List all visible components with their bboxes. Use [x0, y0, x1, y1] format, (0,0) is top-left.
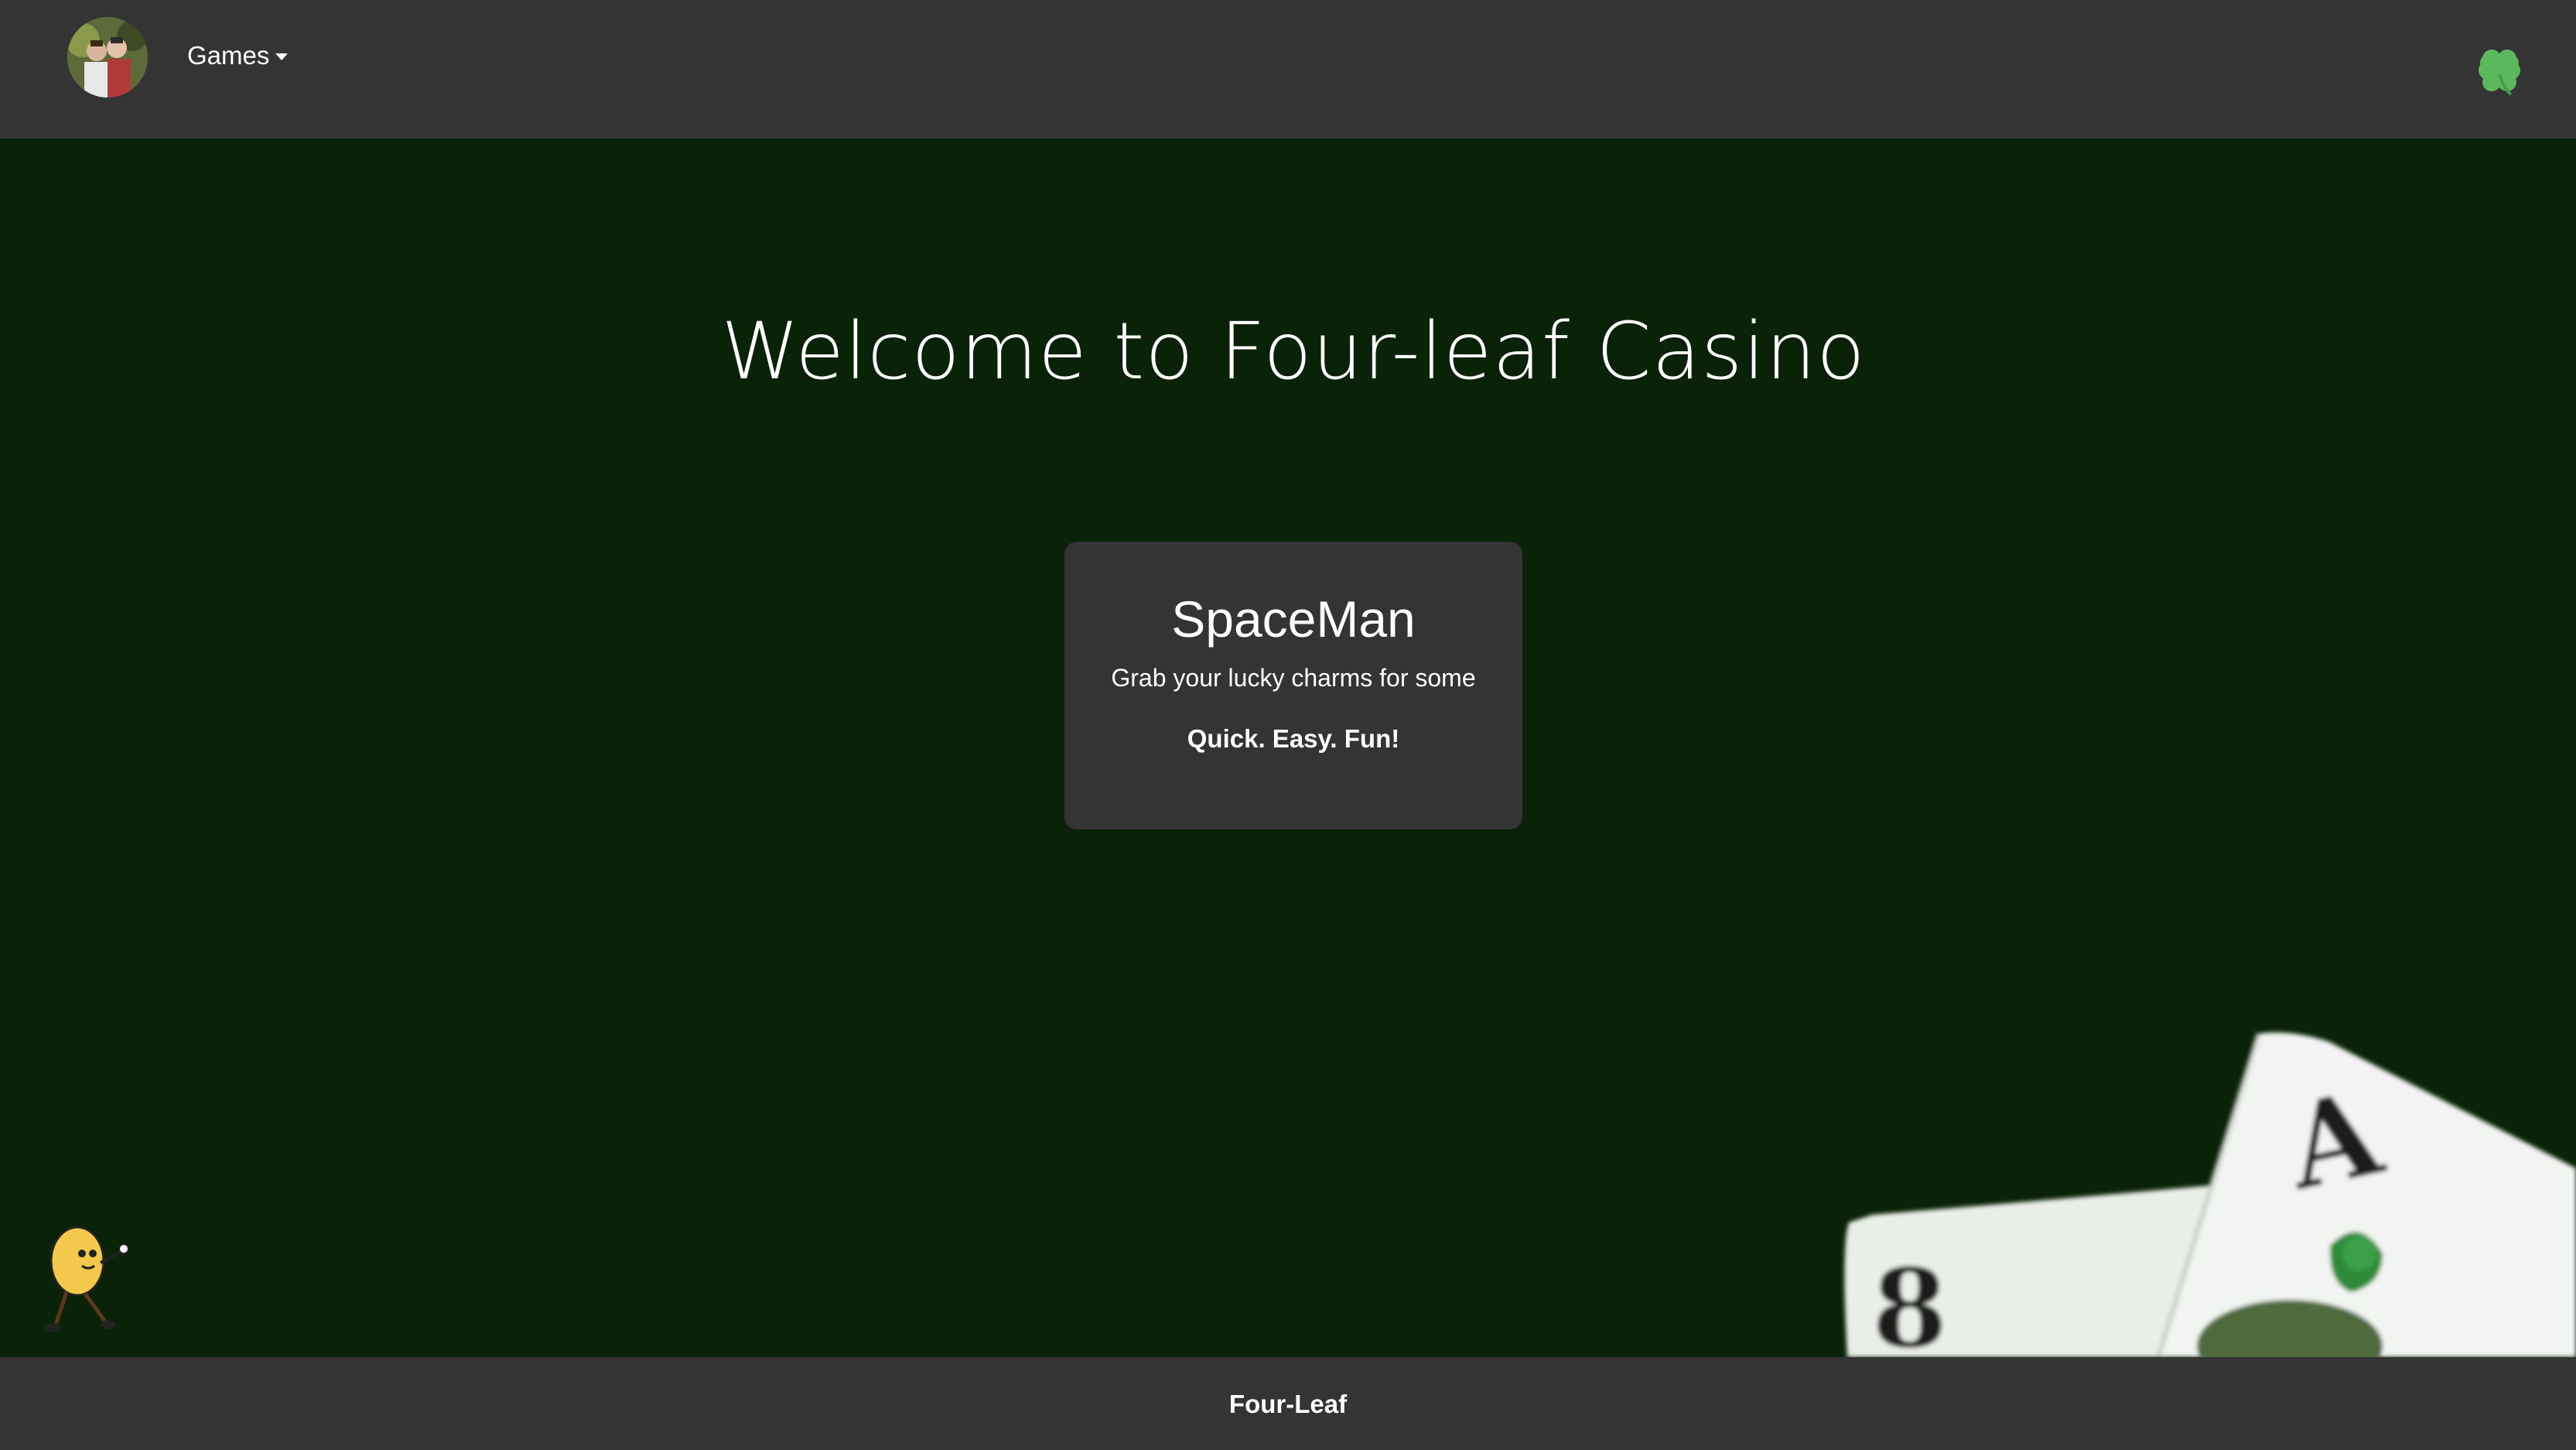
game-card-title: SpaceMan: [1171, 590, 1416, 648]
chevron-down-icon: [275, 53, 289, 60]
user-avatar-icon[interactable]: [67, 17, 148, 97]
peanut-mascot-icon: [37, 1215, 138, 1339]
svg-text:8: 8: [1872, 1246, 1947, 1357]
four-leaf-clover-icon[interactable]: [2472, 43, 2526, 97]
game-card-tagline: Quick. Easy. Fun!: [1187, 724, 1400, 753]
games-label: Games: [187, 41, 270, 70]
game-card-subtitle: Grab your lucky charms for some: [1111, 664, 1476, 692]
footer: Four-Leaf: [0, 1357, 2576, 1450]
footer-brand: Four-Leaf: [1228, 1390, 1348, 1418]
page-title-text: Welcome to Four-leaf Casino: [721, 306, 1866, 398]
playing-cards-art: A 8: [1826, 1021, 2576, 1357]
top-navbar: Games: [0, 0, 2576, 139]
game-card-spaceman[interactable]: SpaceMan Grab your lucky charms for some…: [1064, 542, 1522, 829]
page-title: Welcome to Four-leaf Casino: [0, 306, 2576, 398]
games-dropdown-toggle[interactable]: Games: [187, 36, 289, 76]
